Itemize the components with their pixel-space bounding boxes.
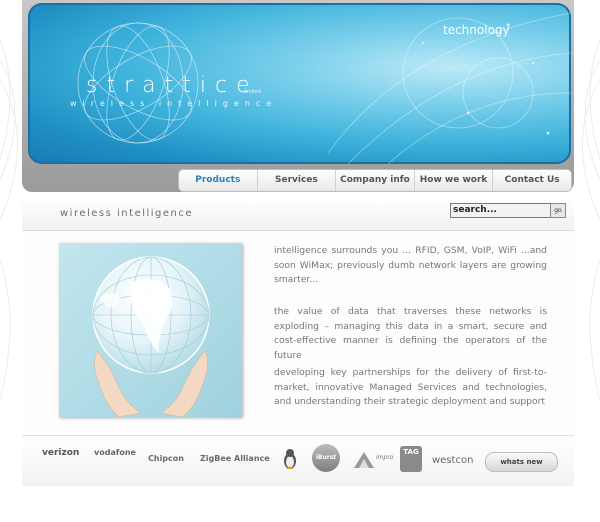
- brand-logo: strattice: [86, 73, 259, 98]
- vodafone-logo[interactable]: vodafone: [94, 448, 136, 457]
- chipcon-logo[interactable]: Chipcon: [148, 454, 184, 463]
- tagline-bar: wireless intelligence search... go: [22, 198, 574, 231]
- search-go-button[interactable]: go: [550, 203, 566, 218]
- globe-hands-image: [59, 243, 242, 417]
- tagline-text: wireless intelligence: [60, 208, 194, 219]
- tag-logo-label: TAG: [403, 448, 419, 456]
- iburst-logo-label: iBurst: [315, 454, 337, 461]
- hero-banner: strattice limited wireless intelligence …: [28, 3, 571, 164]
- linux-penguin-icon[interactable]: [282, 448, 298, 470]
- tag-logo[interactable]: TAG: [400, 446, 422, 472]
- intro-paragraph-1: intelligence surrounds you ... RFID, GSM…: [274, 245, 547, 285]
- nav-item-how-we-work[interactable]: How we work: [413, 170, 493, 191]
- main-content: intelligence surrounds you ... RFID, GSM…: [22, 231, 574, 431]
- westcon-logo[interactable]: westcon: [432, 455, 473, 466]
- nav-item-contact-us[interactable]: Contact Us: [492, 170, 571, 191]
- nav-item-company-info[interactable]: Company info: [335, 170, 414, 191]
- iburst-logo[interactable]: iBurst: [312, 444, 340, 472]
- nav-item-products[interactable]: Products: [179, 170, 257, 191]
- brand-logo-trademark: limited: [244, 89, 262, 95]
- brand-logo-subtitle: wireless intelligence: [70, 99, 278, 108]
- banner-section-label: technology: [443, 23, 510, 37]
- impro-logo[interactable]: impro: [354, 450, 394, 470]
- verizon-logo[interactable]: verizon: [42, 448, 79, 458]
- zigbee-alliance-logo[interactable]: ZigBee Alliance: [200, 454, 270, 463]
- impro-logo-label: impro: [376, 454, 394, 461]
- nav-item-services[interactable]: Services: [256, 170, 336, 191]
- whats-new-button[interactable]: whats new: [485, 452, 558, 472]
- search-input[interactable]: search...: [450, 203, 552, 218]
- partner-logos-bar: verizon vodafone Chipcon ZigBee Alliance…: [22, 435, 574, 486]
- intro-paragraph-3: developing key partnerships for the deli…: [274, 367, 547, 407]
- globe-illustration: [92, 256, 210, 417]
- main-navigation: Products Services Company info How we wo…: [178, 169, 572, 192]
- intro-paragraph-2: the value of data that traverses these n…: [274, 306, 547, 361]
